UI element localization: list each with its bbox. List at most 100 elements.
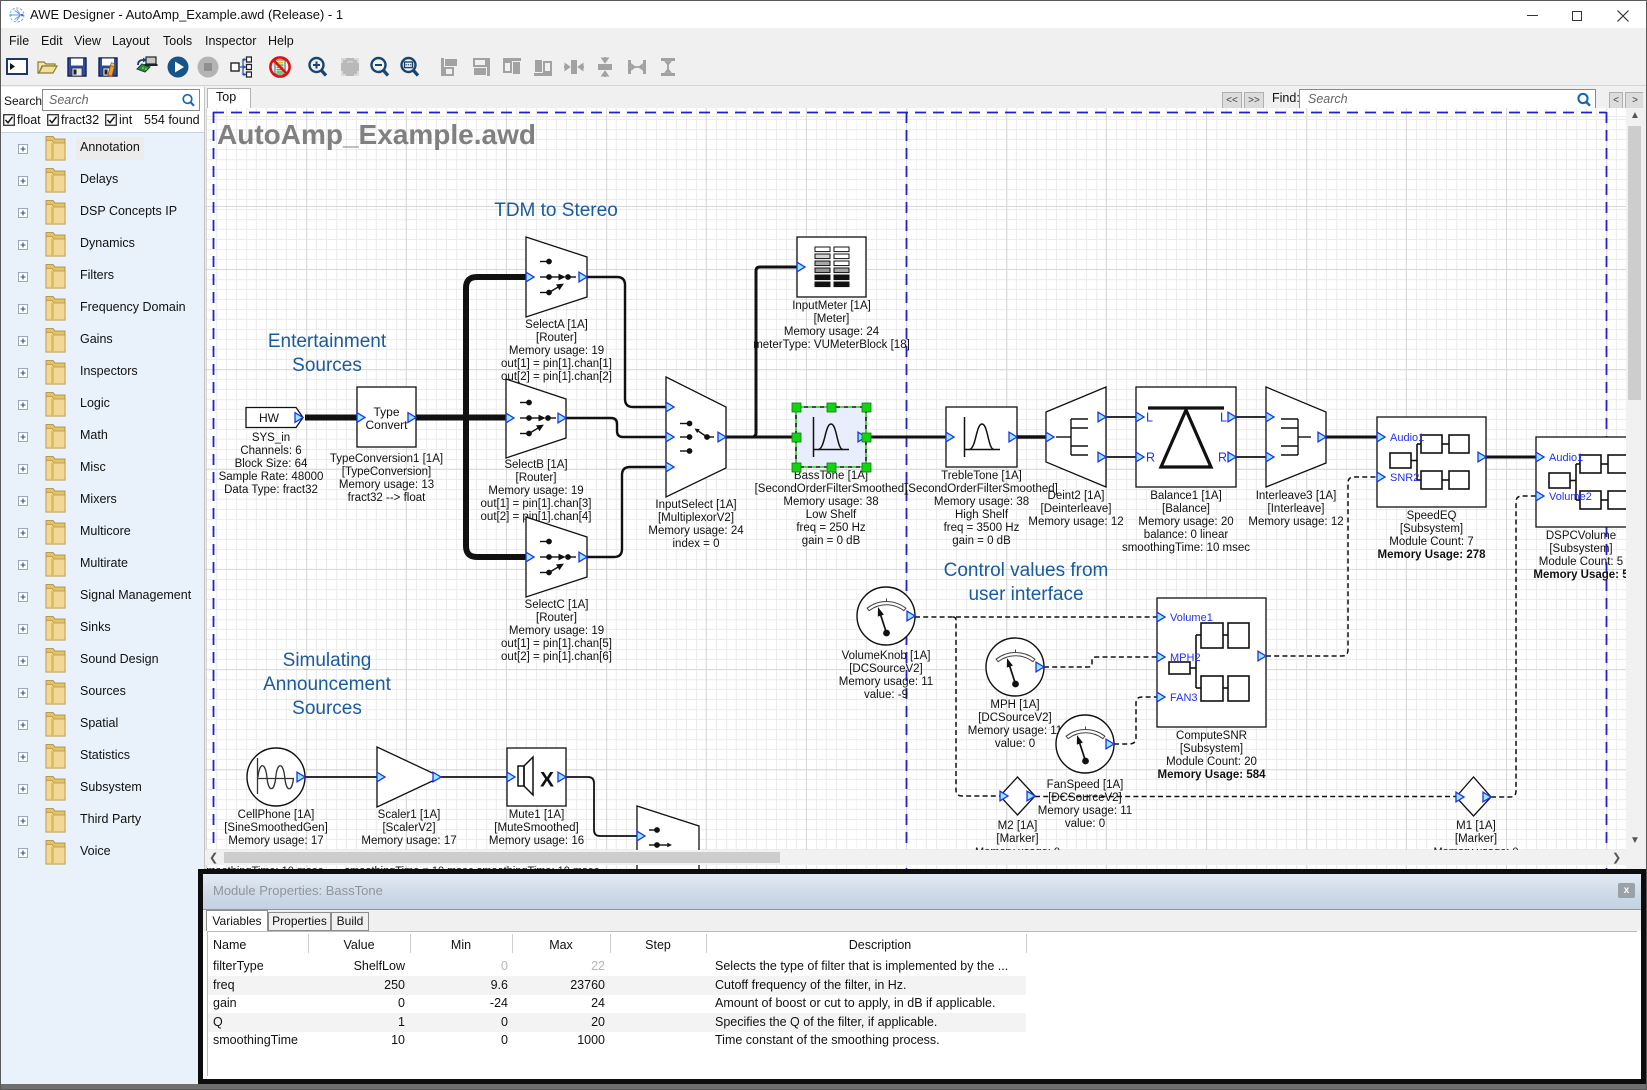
svg-text:VolumeKnob [1A]: VolumeKnob [1A]	[842, 650, 931, 662]
svg-text:FAN3: FAN3	[1170, 692, 1198, 704]
svg-text:SelectC [1A]: SelectC [1A]	[525, 599, 589, 611]
svg-text:Memory usage: 20: Memory usage: 20	[1138, 516, 1233, 528]
svg-text:user interface: user interface	[968, 584, 1083, 605]
svg-text:Balance1 [1A]: Balance1 [1A]	[1150, 490, 1222, 502]
svg-text:TrebleTone [1A]: TrebleTone [1A]	[941, 470, 1022, 482]
svg-text:Volume2: Volume2	[1549, 491, 1592, 503]
svg-text:out[2] = pin[1].chan[6]: out[2] = pin[1].chan[6]	[501, 651, 612, 663]
svg-text:[SecondOrderFilterSmoothed]: [SecondOrderFilterSmoothed]	[755, 483, 908, 495]
svg-text:SNR2: SNR2	[1390, 472, 1419, 484]
svg-text:Mute1 [1A]: Mute1 [1A]	[509, 809, 565, 821]
svg-text:Deint2 [1A]: Deint2 [1A]	[1048, 490, 1105, 502]
svg-text:Interleave3 [1A]: Interleave3 [1A]	[1256, 490, 1337, 502]
svg-text:[DCSourceV2]: [DCSourceV2]	[849, 663, 923, 675]
svg-text:Entertainment: Entertainment	[268, 331, 387, 352]
svg-text:Module Count: 20: Module Count: 20	[1166, 756, 1257, 768]
svg-text:R: R	[1218, 451, 1227, 465]
svg-text:Type: Type	[373, 405, 399, 419]
svg-text:out[1] = pin[1].chan[3]: out[1] = pin[1].chan[3]	[481, 498, 592, 510]
svg-text:gain = 0 dB: gain = 0 dB	[802, 535, 861, 547]
svg-text:[Router]: [Router]	[536, 612, 577, 624]
svg-text:Memory usage: 19: Memory usage: 19	[488, 485, 583, 497]
svg-text:value: 0: value: 0	[995, 738, 1035, 750]
svg-text:M2 [1A]: M2 [1A]	[998, 820, 1038, 832]
svg-text:[Marker]: [Marker]	[996, 833, 1038, 845]
svg-text:Memory usage: 16: Memory usage: 16	[489, 835, 584, 847]
svg-text:out[2] = pin[1].chan[2]: out[2] = pin[1].chan[2]	[501, 371, 612, 383]
svg-text:[SineSmoothedGen]: [SineSmoothedGen]	[224, 822, 328, 834]
svg-text:Memory usage: 24: Memory usage: 24	[784, 326, 880, 338]
svg-text:[MultiplexorV2]: [MultiplexorV2]	[658, 512, 734, 524]
svg-text:Scaler1 [1A]: Scaler1 [1A]	[378, 809, 441, 821]
svg-text:SpeedEQ: SpeedEQ	[1407, 510, 1457, 522]
svg-text:[Subsystem]: [Subsystem]	[1180, 743, 1243, 755]
svg-text:Memory Usage: 584: Memory Usage: 584	[1157, 769, 1266, 781]
svg-text:Sources: Sources	[292, 355, 362, 376]
svg-text:[Subsystem]: [Subsystem]	[1400, 523, 1463, 535]
svg-text:TDM to Stereo: TDM to Stereo	[494, 200, 618, 221]
svg-text:Memory usage: 38: Memory usage: 38	[783, 496, 878, 508]
svg-text:Sample Rate: 48000: Sample Rate: 48000	[219, 471, 324, 483]
svg-text:Volume1: Volume1	[1170, 612, 1213, 624]
svg-text:HW: HW	[259, 411, 280, 425]
svg-text:smoothingTime: 10 msec: smoothingTime: 10 msec	[1122, 542, 1250, 554]
svg-text:Sources: Sources	[292, 698, 362, 719]
svg-text:L: L	[1146, 411, 1153, 425]
svg-text:FanSpeed [1A]: FanSpeed [1A]	[1047, 779, 1124, 791]
svg-text:[Meter]: [Meter]	[814, 313, 850, 325]
svg-text:Memory usage: 12: Memory usage: 12	[1248, 516, 1343, 528]
svg-text:Memory usage: 12: Memory usage: 12	[1028, 516, 1123, 528]
svg-text:freq = 250 Hz: freq = 250 Hz	[796, 522, 866, 534]
svg-text:Audio1: Audio1	[1549, 452, 1583, 464]
svg-text:ComputeSNR: ComputeSNR	[1176, 730, 1247, 742]
svg-text:Memory usage: 19: Memory usage: 19	[509, 625, 604, 637]
svg-text:InputMeter [1A]: InputMeter [1A]	[792, 300, 871, 312]
svg-text:AutoAmp_Example.awd: AutoAmp_Example.awd	[217, 119, 536, 150]
svg-text:Block Size: 64: Block Size: 64	[235, 458, 308, 470]
svg-text:R: R	[1146, 451, 1155, 465]
svg-text:meterType: VUMeterBlock [18]: meterType: VUMeterBlock [18]	[753, 339, 910, 351]
svg-text:TypeConversion1 [1A]: TypeConversion1 [1A]	[330, 453, 443, 465]
svg-text:Memory usage: 13: Memory usage: 13	[339, 479, 434, 491]
svg-text:[MuteSmoothed]: [MuteSmoothed]	[494, 822, 578, 834]
svg-text:MPH [1A]: MPH [1A]	[990, 699, 1039, 711]
svg-text:Memory usage: 17: Memory usage: 17	[361, 835, 456, 847]
svg-text:X: X	[540, 769, 554, 792]
svg-text:[Balance]: [Balance]	[1162, 503, 1210, 515]
svg-text:[Deinterleave]: [Deinterleave]	[1041, 503, 1112, 515]
svg-text:out[1] = pin[1].chan[1]: out[1] = pin[1].chan[1]	[501, 358, 612, 370]
svg-text:Memory usage: 11: Memory usage: 11	[1038, 805, 1132, 817]
svg-text:gain = 0 dB: gain = 0 dB	[952, 535, 1011, 547]
svg-text:freq = 3500 Hz: freq = 3500 Hz	[944, 522, 1020, 534]
svg-text:Memory usage: 38: Memory usage: 38	[934, 496, 1029, 508]
svg-text:Low Shelf: Low Shelf	[806, 509, 857, 521]
svg-text:M1 [1A]: M1 [1A]	[1456, 820, 1496, 832]
svg-text:SelectB [1A]: SelectB [1A]	[504, 459, 567, 471]
svg-text:[Subsystem]: [Subsystem]	[1549, 543, 1612, 555]
svg-text:[DCSourceV2]: [DCSourceV2]	[978, 712, 1052, 724]
svg-text:Module Count: 5: Module Count: 5	[1539, 556, 1623, 568]
svg-text:Announcement: Announcement	[263, 674, 392, 695]
svg-text:Memory Usage: 5: Memory Usage: 5	[1533, 569, 1626, 581]
svg-text:Memory usage: 17: Memory usage: 17	[228, 835, 323, 847]
svg-text:Channels: 6: Channels: 6	[240, 445, 301, 457]
svg-text:[Router]: [Router]	[516, 472, 557, 484]
svg-text:DSPCVolume: DSPCVolume	[1546, 530, 1616, 542]
svg-text:Convert: Convert	[365, 418, 408, 432]
svg-text:Memory usage: 11: Memory usage: 11	[968, 725, 1062, 737]
svg-text:out[1] = pin[1].chan[5]: out[1] = pin[1].chan[5]	[501, 638, 612, 650]
svg-text:Audio1: Audio1	[1390, 432, 1424, 444]
svg-text:Memory Usage: 278: Memory Usage: 278	[1377, 549, 1486, 561]
svg-text:[Router]: [Router]	[536, 332, 577, 344]
svg-text:fract32 --> float: fract32 --> float	[348, 492, 426, 504]
svg-text:Memory usage: 19: Memory usage: 19	[509, 345, 604, 357]
svg-text:MPH2: MPH2	[1170, 652, 1201, 664]
svg-text:index = 0: index = 0	[673, 538, 720, 550]
svg-text:[Marker]: [Marker]	[1455, 833, 1497, 845]
svg-text:High Shelf: High Shelf	[955, 509, 1009, 521]
svg-text:balance: 0 linear: balance: 0 linear	[1144, 529, 1229, 541]
svg-text:[TypeConversion]: [TypeConversion]	[342, 466, 432, 478]
svg-text:[SecondOrderFilterSmoothed]: [SecondOrderFilterSmoothed]	[905, 483, 1058, 495]
svg-text:SYS_in: SYS_in	[252, 432, 290, 444]
svg-text:InputSelect [1A]: InputSelect [1A]	[655, 499, 736, 511]
